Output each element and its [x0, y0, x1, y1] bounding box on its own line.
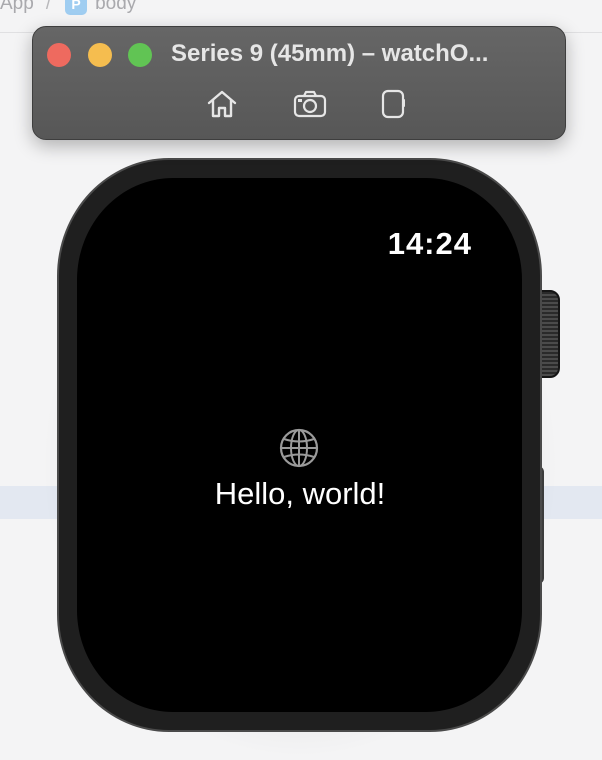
watch-time: 14:24: [387, 226, 472, 261]
close-button[interactable]: [47, 43, 71, 67]
camera-icon: [293, 90, 327, 118]
device-rotate-icon: [381, 89, 405, 119]
rotate-button[interactable]: [375, 87, 411, 121]
breadcrumb-item-body[interactable]: body: [95, 0, 136, 15]
screenshot-button[interactable]: [292, 87, 328, 121]
stage: App / P body Series 9 (45mm) – watchO...: [0, 0, 602, 760]
hello-text: Hello, world!: [214, 476, 386, 511]
breadcrumb-separator: /: [45, 0, 52, 14]
zoom-button[interactable]: [128, 43, 152, 67]
breadcrumb-item-app[interactable]: App: [0, 0, 34, 15]
window-title: Series 9 (45mm) – watchO...: [171, 40, 489, 67]
globe-icon: [279, 428, 319, 468]
breadcrumb: App / P body: [0, 0, 136, 16]
simulator-window: Series 9 (45mm) – watchO...: [32, 26, 566, 140]
home-icon: [207, 90, 237, 118]
minimize-button[interactable]: [88, 43, 112, 67]
home-button[interactable]: [204, 87, 240, 121]
swift-file-icon: P: [65, 0, 88, 15]
